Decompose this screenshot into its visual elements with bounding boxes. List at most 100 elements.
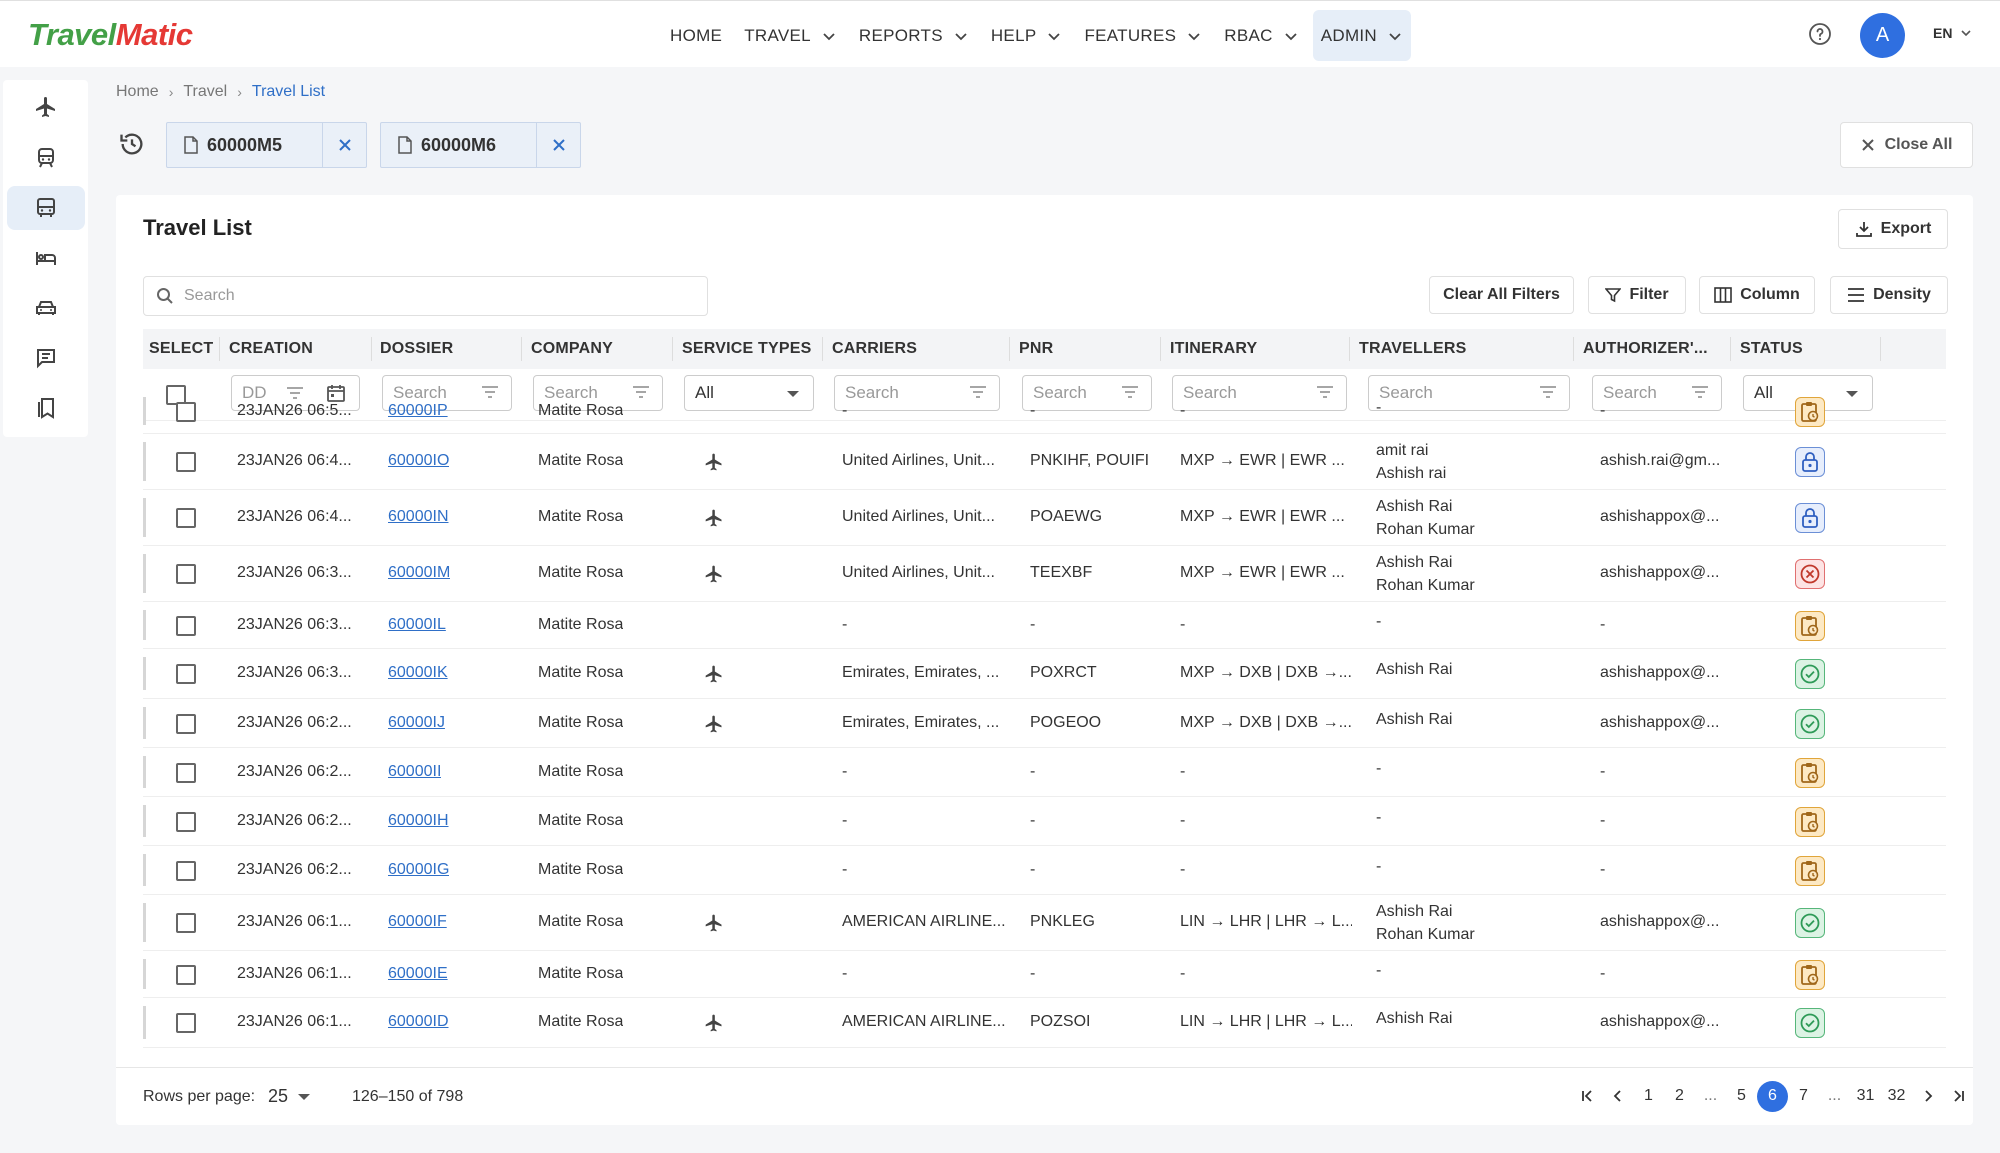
table-row[interactable]: 23JAN26 06:4... 60000IN Matite Rosa United … <box>143 490 1946 546</box>
open-tab-1[interactable]: 60000M6 <box>380 122 581 168</box>
status-badge-pending[interactable] <box>1795 856 1825 886</box>
rows-per-page-select[interactable]: 25 <box>268 1086 311 1107</box>
row-checkbox[interactable] <box>176 714 196 734</box>
status-badge-locked[interactable] <box>1795 503 1825 533</box>
page-5-button[interactable]: 5 <box>1726 1081 1757 1112</box>
user-avatar[interactable]: A <box>1860 13 1905 58</box>
dossier-link[interactable]: 60000IO <box>388 452 449 470</box>
breadcrumb-travel[interactable]: Travel <box>183 83 227 101</box>
dossier-link[interactable]: 60000IH <box>388 812 449 830</box>
status-badge-ok[interactable] <box>1795 659 1825 689</box>
status-badge-pending[interactable] <box>1795 960 1825 990</box>
dossier-link[interactable]: 60000IN <box>388 508 449 526</box>
row-checkbox[interactable] <box>176 452 196 472</box>
column-button[interactable]: Column <box>1699 276 1815 314</box>
status-badge-ok[interactable] <box>1795 709 1825 739</box>
page-2-button[interactable]: 2 <box>1664 1081 1695 1112</box>
row-checkbox[interactable] <box>176 664 196 684</box>
close-tab-button[interactable] <box>322 123 366 167</box>
column-header-company[interactable]: COMPANY <box>525 329 613 369</box>
row-checkbox[interactable] <box>176 913 196 933</box>
rail-bookings[interactable] <box>7 386 85 430</box>
dossier-link[interactable]: 60000IP <box>388 402 448 420</box>
status-badge-pending[interactable] <box>1795 611 1825 641</box>
language-selector[interactable]: EN <box>1933 25 1972 41</box>
close-tab-button[interactable] <box>536 123 580 167</box>
help-icon[interactable] <box>1808 22 1832 46</box>
row-checkbox[interactable] <box>176 564 196 584</box>
page-32-button[interactable]: 32 <box>1881 1081 1912 1112</box>
nav-help[interactable]: HELP <box>983 10 1071 61</box>
page-7-button[interactable]: 7 <box>1788 1081 1819 1112</box>
column-header-itinerary[interactable]: ITINERARY <box>1164 329 1257 369</box>
table-row[interactable]: 23JAN26 06:5... 60000IP Matite Rosa - - - - - <box>143 389 1946 434</box>
page-1-button[interactable]: 1 <box>1633 1081 1664 1112</box>
open-tab-label[interactable]: 60000M6 <box>381 123 496 167</box>
column-header-carriers[interactable]: CARRIERS <box>826 329 917 369</box>
travelmatic-logo[interactable]: TravelMatic <box>28 17 193 53</box>
rail-buses[interactable] <box>7 186 85 230</box>
search-input[interactable] <box>184 287 684 305</box>
rail-flights[interactable] <box>7 85 85 129</box>
nav-features[interactable]: FEATURES <box>1076 10 1210 61</box>
status-badge-pending[interactable] <box>1795 397 1825 427</box>
column-header-authorizer[interactable]: AUTHORIZER'... <box>1577 329 1708 369</box>
dossier-link[interactable]: 60000IJ <box>388 714 445 732</box>
open-tab-0[interactable]: 60000M5 <box>166 122 367 168</box>
breadcrumb-home[interactable]: Home <box>116 83 159 101</box>
table-row[interactable]: 23JAN26 06:1... 60000ID Matite Rosa AMERICA… <box>143 998 1946 1048</box>
status-badge-ok[interactable] <box>1795 908 1825 938</box>
open-tab-label[interactable]: 60000M5 <box>167 123 282 167</box>
first-page-button[interactable] <box>1571 1081 1602 1112</box>
status-badge-pending[interactable] <box>1795 758 1825 788</box>
page-6-button[interactable]: 6 <box>1757 1080 1788 1112</box>
rail-trains[interactable] <box>7 136 85 180</box>
status-badge-pending[interactable] <box>1795 807 1825 837</box>
table-row[interactable]: 23JAN26 06:2... 60000II Matite Rosa - - - - - <box>143 748 1946 797</box>
dossier-link[interactable]: 60000ID <box>388 1013 449 1031</box>
rail-cars[interactable] <box>7 286 85 330</box>
dossier-link[interactable]: 60000IL <box>388 616 446 634</box>
column-header-dossier[interactable]: DOSSIER <box>374 329 453 369</box>
nav-travel[interactable]: TRAVEL <box>736 10 845 61</box>
rail-messages[interactable] <box>7 336 85 380</box>
status-badge-ok[interactable] <box>1795 1008 1825 1038</box>
prev-page-button[interactable] <box>1602 1081 1633 1112</box>
filter-button[interactable]: Filter <box>1588 276 1686 314</box>
table-row[interactable]: 23JAN26 06:1... 60000IE Matite Rosa - - - - - <box>143 951 1946 998</box>
row-checkbox[interactable] <box>176 508 196 528</box>
density-button[interactable]: Density <box>1830 276 1948 314</box>
dossier-link[interactable]: 60000IF <box>388 913 447 931</box>
history-icon[interactable] <box>118 130 146 158</box>
table-row[interactable]: 23JAN26 06:3... 60000IK Matite Rosa Emirate… <box>143 649 1946 699</box>
column-header-travellers[interactable]: TRAVELLERS <box>1353 329 1466 369</box>
row-checkbox[interactable] <box>176 861 196 881</box>
table-row[interactable]: 23JAN26 06:3... 60000IL Matite Rosa - - - - - <box>143 602 1946 649</box>
close-all-button[interactable]: Close All <box>1840 122 1973 168</box>
clear-all-filters-button[interactable]: Clear All Filters <box>1429 276 1574 314</box>
nav-reports[interactable]: REPORTS <box>851 10 977 61</box>
table-row[interactable]: 23JAN26 06:1... 60000IF Matite Rosa AMERICA… <box>143 895 1946 951</box>
nav-rbac[interactable]: RBAC <box>1216 10 1306 61</box>
rail-hotels[interactable] <box>7 236 85 280</box>
table-row[interactable]: 23JAN26 06:2... 60000IJ Matite Rosa Emirate… <box>143 699 1946 748</box>
last-page-button[interactable] <box>1943 1081 1973 1112</box>
page-31-button[interactable]: 31 <box>1850 1081 1881 1112</box>
next-page-button[interactable] <box>1912 1081 1943 1112</box>
nav-admin[interactable]: ADMIN <box>1312 10 1412 61</box>
nav-home[interactable]: HOME <box>662 10 730 61</box>
row-checkbox[interactable] <box>176 763 196 783</box>
table-row[interactable]: 23JAN26 06:2... 60000IH Matite Rosa - - - - - <box>143 797 1946 846</box>
row-checkbox[interactable] <box>176 1013 196 1033</box>
dossier-link[interactable]: 60000IM <box>388 564 450 582</box>
column-header-status[interactable]: STATUS <box>1734 329 1803 369</box>
dossier-link[interactable]: 60000II <box>388 763 441 781</box>
column-header-service-types[interactable]: SERVICE TYPES <box>676 329 811 369</box>
column-header-pnr[interactable]: PNR <box>1013 329 1053 369</box>
dossier-link[interactable]: 60000IK <box>388 664 448 682</box>
row-checkbox[interactable] <box>176 812 196 832</box>
column-header-creation[interactable]: CREATION <box>223 329 313 369</box>
row-checkbox[interactable] <box>176 616 196 636</box>
search-field[interactable] <box>143 276 708 316</box>
dossier-link[interactable]: 60000IE <box>388 965 448 983</box>
